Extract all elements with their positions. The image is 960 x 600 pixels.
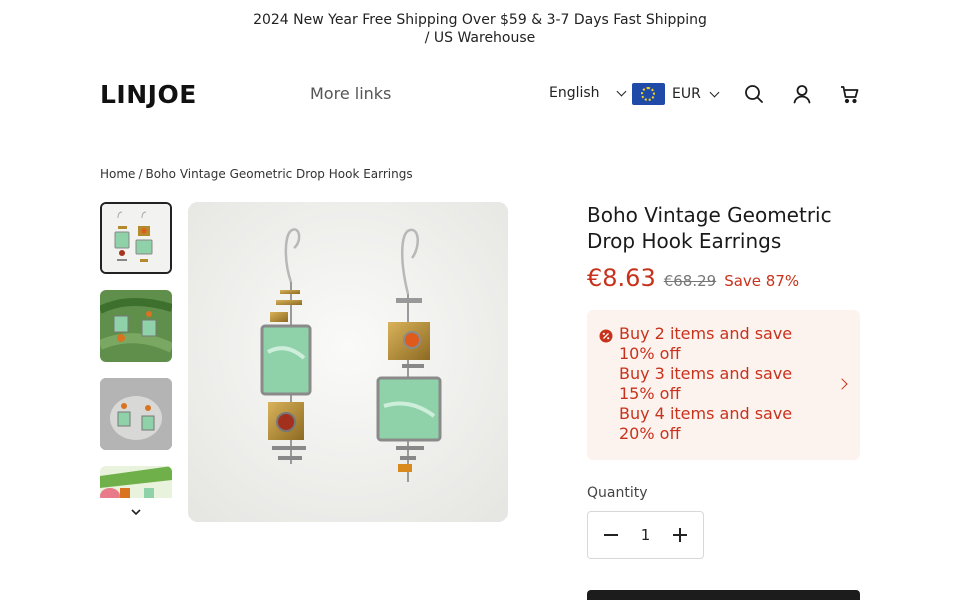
announcement-bar: 2024 New Year Free Shipping Over $59 & 3… bbox=[0, 11, 960, 47]
quantity-label: Quantity bbox=[587, 485, 648, 501]
chevron-down-icon[interactable] bbox=[130, 503, 142, 516]
promo-line: Buy 3 items and save 15% off bbox=[619, 364, 793, 403]
chevron-down-icon bbox=[616, 86, 627, 96]
quantity-input[interactable] bbox=[630, 526, 661, 544]
breadcrumb-current: Boho Vintage Geometric Drop Hook Earring… bbox=[145, 167, 413, 181]
language-label: English bbox=[549, 85, 600, 101]
breadcrumb: Home / Boho Vintage Geometric Drop Hook Ea… bbox=[100, 167, 413, 181]
save-badge: Save 87% bbox=[724, 272, 800, 290]
product-title: Boho Vintage Geometric Drop Hook Earring… bbox=[587, 203, 832, 253]
price-row: €8.63 €68.29 Save 87% bbox=[587, 264, 860, 292]
cart-icon[interactable] bbox=[838, 82, 862, 106]
thumbnail-list bbox=[100, 202, 172, 498]
eu-flag-icon bbox=[632, 83, 665, 105]
currency-selector[interactable]: EUR bbox=[632, 83, 720, 105]
product-thumbnail[interactable] bbox=[100, 378, 172, 450]
promo-line: Buy 2 items and save 10% off bbox=[619, 324, 793, 363]
product-main-image[interactable] bbox=[188, 202, 508, 522]
chevron-right-icon bbox=[836, 378, 848, 390]
announcement-text: 2024 New Year Free Shipping Over $59 & 3… bbox=[253, 12, 707, 46]
site-header: LINJOE More links English EUR bbox=[100, 72, 860, 116]
breadcrumb-separator: / bbox=[138, 167, 143, 181]
increase-quantity-button[interactable] bbox=[673, 528, 687, 542]
nav-more-links[interactable]: More links bbox=[310, 84, 391, 103]
account-icon[interactable] bbox=[790, 82, 814, 106]
chevron-down-icon bbox=[709, 87, 720, 97]
compare-at-price: €68.29 bbox=[663, 272, 717, 290]
volume-discount-banner[interactable]: Buy 2 items and save 10% off Buy 3 items… bbox=[587, 310, 860, 460]
quantity-stepper bbox=[587, 511, 704, 559]
decrease-quantity-button[interactable] bbox=[604, 528, 618, 542]
product-info: Boho Vintage Geometric Drop Hook Earring… bbox=[587, 202, 860, 559]
discount-tag-icon bbox=[599, 329, 613, 343]
product-thumbnail[interactable] bbox=[100, 290, 172, 362]
promo-line: Buy 4 items and save 20% off bbox=[619, 404, 793, 443]
product-thumbnail[interactable] bbox=[100, 202, 172, 274]
language-selector[interactable]: English bbox=[549, 85, 627, 101]
product-thumbnail[interactable] bbox=[100, 466, 172, 498]
add-to-cart-button[interactable] bbox=[587, 590, 860, 600]
breadcrumb-home-link[interactable]: Home bbox=[100, 167, 135, 181]
sale-price: €8.63 bbox=[587, 264, 656, 292]
store-logo[interactable]: LINJOE bbox=[100, 80, 197, 109]
search-icon[interactable] bbox=[742, 82, 766, 106]
currency-label: EUR bbox=[672, 86, 701, 102]
